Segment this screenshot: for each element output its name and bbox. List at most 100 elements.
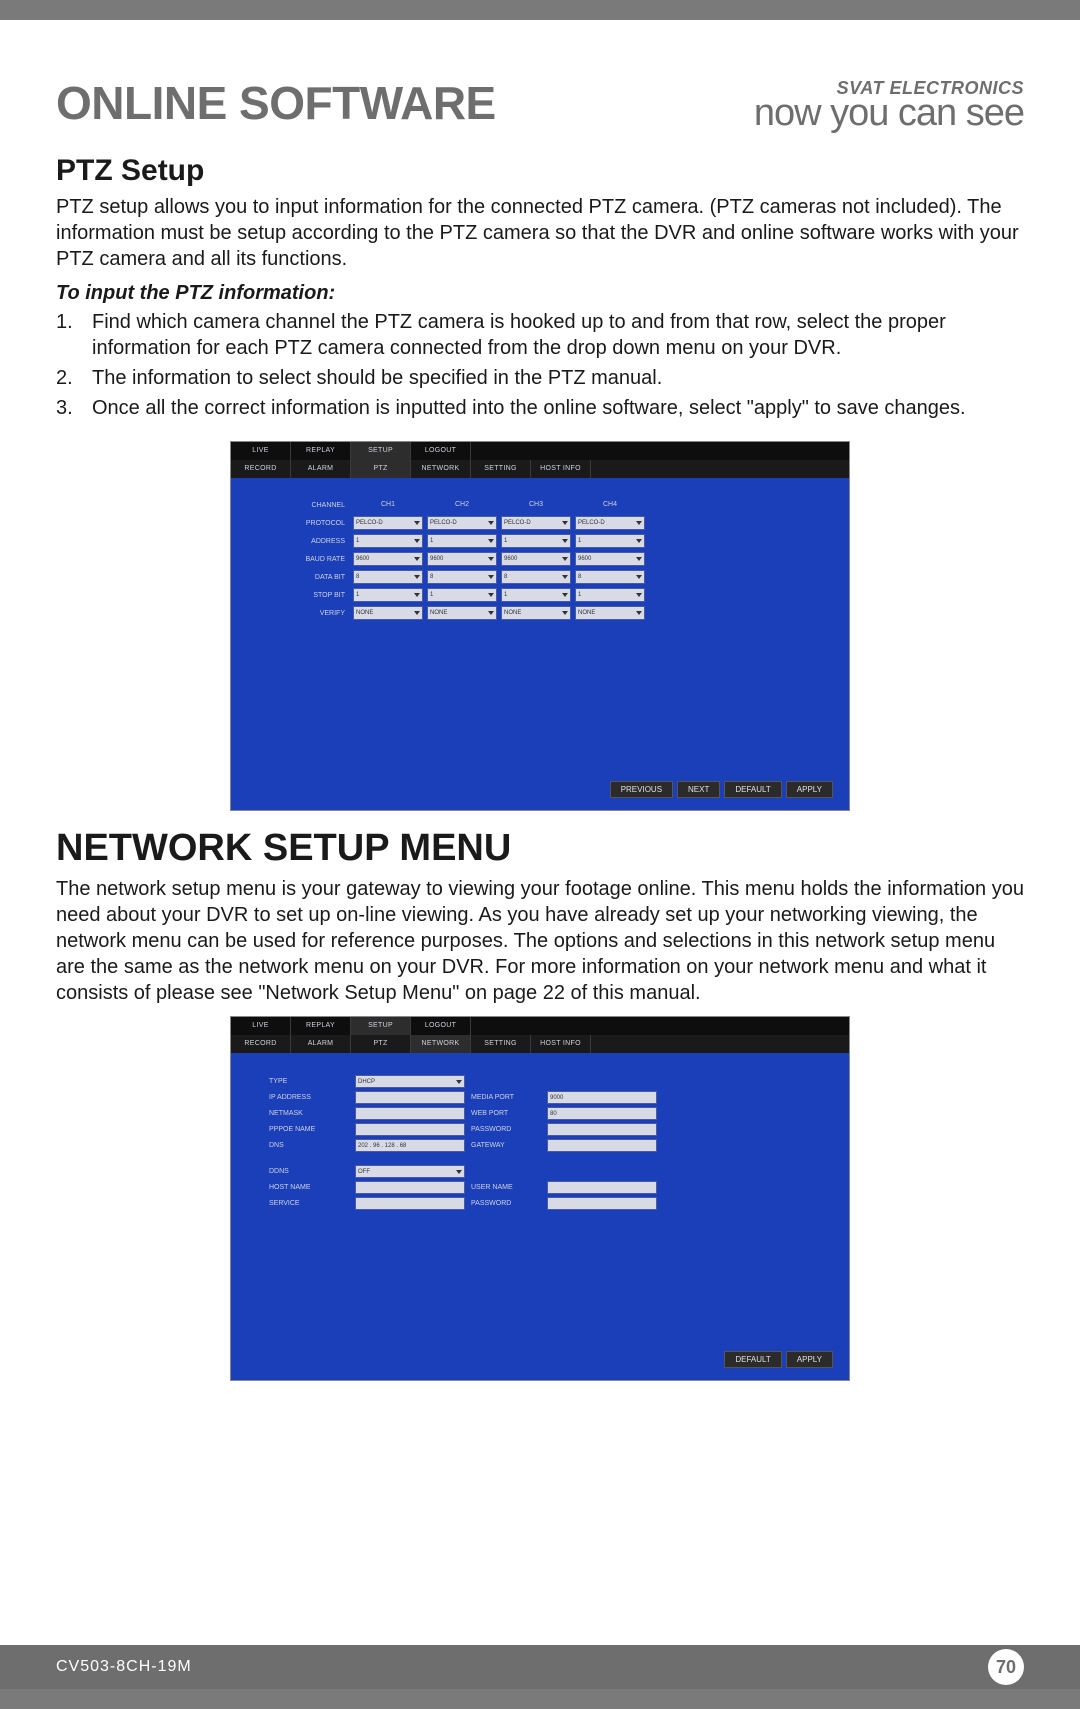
baudrate-dropdown[interactable]: 9600 <box>501 552 571 566</box>
pppoe-input[interactable] <box>355 1123 465 1136</box>
subtab-alarm[interactable]: ALARM <box>291 460 351 478</box>
verify-dropdown[interactable]: NONE <box>427 606 497 620</box>
ptz-step-text: The information to select should be spec… <box>92 367 662 389</box>
subtab-network[interactable]: NETWORK <box>411 460 471 478</box>
subtab-ptz[interactable]: PTZ <box>351 1035 411 1053</box>
row-label: BAUD RATE <box>279 552 349 568</box>
verify-dropdown[interactable]: NONE <box>501 606 571 620</box>
databit-dropdown[interactable]: 8 <box>501 570 571 584</box>
address-dropdown[interactable]: 1 <box>575 534 645 548</box>
apply-button[interactable]: APPLY <box>786 1351 833 1368</box>
model-number: CV503-8CH-19M <box>56 1658 192 1676</box>
subtab-ptz[interactable]: PTZ <box>351 460 411 478</box>
network-form-body: TYPE DHCP IP ADDRESS MEDIA PORT 9000 NET… <box>231 1053 849 1380</box>
verify-dropdown[interactable]: NONE <box>353 606 423 620</box>
type-dropdown[interactable]: DHCP <box>355 1075 465 1088</box>
chevron-down-icon <box>562 557 568 561</box>
baudrate-dropdown[interactable]: 9600 <box>353 552 423 566</box>
row-label: VERIFY <box>279 606 349 622</box>
protocol-dropdown[interactable]: PELCO-D <box>575 516 645 530</box>
chevron-down-icon <box>562 521 568 525</box>
tab-setup[interactable]: SETUP <box>351 442 411 460</box>
subtab-record[interactable]: RECORD <box>231 1035 291 1053</box>
tab-logout[interactable]: LOGOUT <box>411 1017 471 1035</box>
chevron-down-icon <box>456 1080 462 1084</box>
dns-input[interactable]: 202 . 96 . 128 . 68 <box>355 1139 465 1152</box>
subtab-setting[interactable]: SETTING <box>471 460 531 478</box>
baudrate-dropdown[interactable]: 9600 <box>575 552 645 566</box>
netmask-input[interactable] <box>355 1107 465 1120</box>
subtab-network[interactable]: NETWORK <box>411 1035 471 1053</box>
subtab-setting[interactable]: SETTING <box>471 1035 531 1053</box>
subtab-hostinfo[interactable]: HOST INFO <box>531 460 591 478</box>
databit-dropdown[interactable]: 8 <box>353 570 423 584</box>
ptz-step: 3.Once all the correct information is in… <box>56 395 1024 421</box>
netmask-label: NETMASK <box>269 1107 349 1121</box>
address-dropdown[interactable]: 1 <box>501 534 571 548</box>
chevron-down-icon <box>488 611 494 615</box>
top-tab-bar: LIVE REPLAY SETUP LOGOUT <box>231 1017 849 1035</box>
service-input[interactable] <box>355 1197 465 1210</box>
subtab-record[interactable]: RECORD <box>231 460 291 478</box>
default-button[interactable]: DEFAULT <box>724 781 781 798</box>
stopbit-dropdown[interactable]: 1 <box>501 588 571 602</box>
ptz-step: 2.The information to select should be sp… <box>56 365 1024 391</box>
tab-setup[interactable]: SETUP <box>351 1017 411 1035</box>
ddns-label: DDNS <box>269 1165 349 1179</box>
tab-replay[interactable]: REPLAY <box>291 1017 351 1035</box>
stopbit-dropdown[interactable]: 1 <box>353 588 423 602</box>
verify-dropdown[interactable]: NONE <box>575 606 645 620</box>
host-input[interactable] <box>355 1181 465 1194</box>
tab-logout[interactable]: LOGOUT <box>411 442 471 460</box>
subtab-alarm[interactable]: ALARM <box>291 1035 351 1053</box>
ddns-dropdown[interactable]: OFF <box>355 1165 465 1178</box>
row-label: STOP BIT <box>279 588 349 604</box>
chevron-down-icon <box>636 539 642 543</box>
subtab-hostinfo[interactable]: HOST INFO <box>531 1035 591 1053</box>
ip-input[interactable] <box>355 1091 465 1104</box>
ptz-step-text: Once all the correct information is inpu… <box>92 397 966 419</box>
previous-button[interactable]: PREVIOUS <box>610 781 673 798</box>
address-dropdown[interactable]: 1 <box>353 534 423 548</box>
user-label: USER NAME <box>471 1181 541 1195</box>
password2-input[interactable] <box>547 1197 657 1210</box>
gateway-input[interactable] <box>547 1139 657 1152</box>
next-button[interactable]: NEXT <box>677 781 720 798</box>
tab-replay[interactable]: REPLAY <box>291 442 351 460</box>
user-input[interactable] <box>547 1181 657 1194</box>
databit-dropdown[interactable]: 8 <box>427 570 497 584</box>
sub-tab-bar: RECORD ALARM PTZ NETWORK SETTING HOST IN… <box>231 1035 849 1053</box>
media-port-input[interactable]: 9000 <box>547 1091 657 1104</box>
page-header: ONLINE SOFTWARE SVAT ELECTRONICS now you… <box>56 76 1024 130</box>
baudrate-dropdown[interactable]: 9600 <box>427 552 497 566</box>
protocol-dropdown[interactable]: PELCO-D <box>501 516 571 530</box>
network-settings-grid: TYPE DHCP IP ADDRESS MEDIA PORT 9000 NET… <box>269 1075 821 1211</box>
ptz-step-text: Find which camera channel the PTZ camera… <box>92 311 946 359</box>
apply-button[interactable]: APPLY <box>786 781 833 798</box>
type-label: TYPE <box>269 1075 349 1089</box>
tab-live[interactable]: LIVE <box>231 442 291 460</box>
chevron-down-icon <box>636 521 642 525</box>
protocol-dropdown[interactable]: PELCO-D <box>427 516 497 530</box>
chevron-down-icon <box>488 539 494 543</box>
page-number: 70 <box>988 1649 1024 1685</box>
stopbit-dropdown[interactable]: 1 <box>575 588 645 602</box>
chevron-down-icon <box>562 593 568 597</box>
chevron-down-icon <box>414 593 420 597</box>
tab-live[interactable]: LIVE <box>231 1017 291 1035</box>
stopbit-dropdown[interactable]: 1 <box>427 588 497 602</box>
password-input[interactable] <box>547 1123 657 1136</box>
ptz-screenshot: LIVE REPLAY SETUP LOGOUT RECORD ALARM PT… <box>230 441 850 811</box>
col-header: CH2 <box>427 498 497 514</box>
default-button[interactable]: DEFAULT <box>724 1351 781 1368</box>
protocol-dropdown[interactable]: PELCO-D <box>353 516 423 530</box>
web-label: WEB PORT <box>471 1107 541 1121</box>
databit-dropdown[interactable]: 8 <box>575 570 645 584</box>
chevron-down-icon <box>488 575 494 579</box>
button-row: PREVIOUS NEXT DEFAULT APPLY <box>610 781 833 798</box>
web-port-input[interactable]: 80 <box>547 1107 657 1120</box>
ptz-intro: PTZ setup allows you to input informatio… <box>56 194 1024 272</box>
address-dropdown[interactable]: 1 <box>427 534 497 548</box>
pppoe-label: PPPOE NAME <box>269 1123 349 1137</box>
gateway-label: GATEWAY <box>471 1139 541 1153</box>
